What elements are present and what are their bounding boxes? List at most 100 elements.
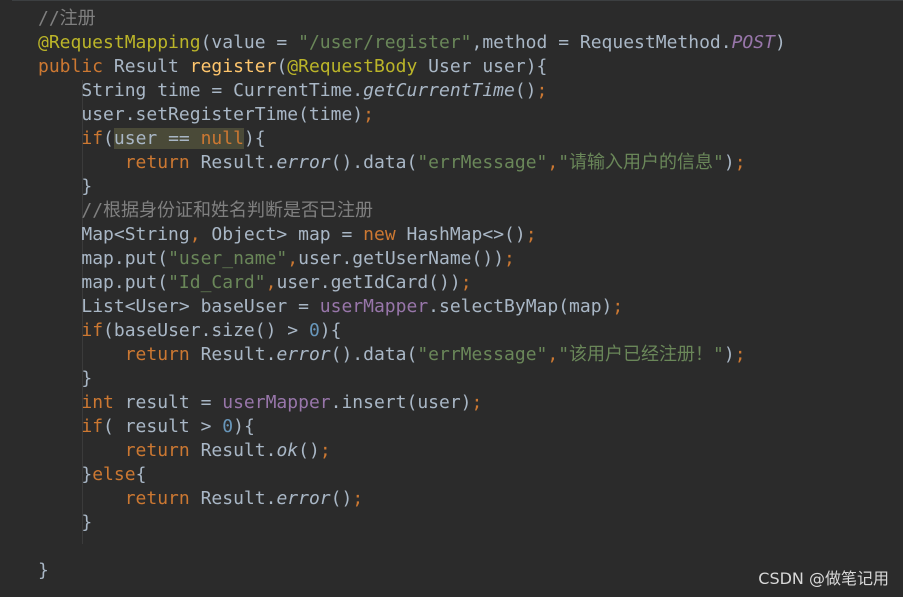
semicolon: ; — [504, 248, 515, 269]
semicolon: ; — [460, 272, 472, 293]
code-line-5: user.setRegisterTime(time); — [38, 103, 786, 127]
code-text: () — [298, 440, 320, 461]
code-editor[interactable]: //注册 @RequestMapping(value = "/user/regis… — [0, 0, 903, 597]
code-line-14: if(baseUser.size() > 0){ — [38, 319, 786, 343]
code-line-9: //根据身份证和姓名判断是否已注册 — [38, 199, 786, 223]
semicolon: ; — [319, 440, 331, 461]
code-text: ){ — [319, 320, 342, 341]
static-call: error — [276, 344, 331, 365]
code-text: Result. — [189, 152, 277, 173]
code-text: ( result > — [103, 416, 223, 437]
code-line-4: String time = CurrentTime.getCurrentTime… — [38, 79, 786, 103]
code-text: ) — [723, 152, 735, 173]
string-literal: "/user/register" — [298, 32, 472, 53]
highlighted-text: user == — [113, 128, 201, 149]
string-literal: "user_name" — [168, 248, 288, 269]
code-line-20: }else{ — [38, 463, 786, 487]
code-text: } — [38, 560, 49, 581]
code-line-1: //注册 — [38, 7, 786, 31]
code-text: ().data( — [330, 152, 418, 173]
annotation: @RequestBody — [287, 56, 418, 77]
code-line-2: @RequestMapping(value = "/user/register"… — [38, 31, 786, 55]
code-text: ( — [276, 56, 288, 77]
code-text: ){ — [233, 416, 255, 437]
keyword: return — [124, 440, 190, 461]
code-text: Map<String — [81, 224, 190, 245]
field: userMapper — [319, 296, 429, 317]
keyword: int — [81, 392, 114, 413]
code-line-19: return Result.ok(); — [38, 439, 786, 463]
semicolon: ; — [612, 296, 624, 317]
static-call: ok — [276, 440, 299, 461]
code-line-8: } — [38, 175, 786, 199]
keyword: new — [363, 224, 396, 245]
semicolon: ; — [734, 344, 746, 365]
code-line-22: } — [38, 511, 786, 535]
static-call: getCurrentTime — [363, 80, 515, 101]
comment: //根据身份证和姓名判断是否已注册 — [81, 200, 374, 221]
code-text: Object> map = — [200, 224, 364, 245]
semicolon: ; — [352, 488, 364, 509]
number-literal: 0 — [308, 320, 320, 341]
string-literal: "errMessage" — [417, 152, 548, 173]
semicolon: ; — [471, 392, 483, 413]
code-line-18: if( result > 0){ — [38, 415, 786, 439]
code-text: user.getUserName()) — [298, 248, 505, 269]
keyword: if — [81, 128, 104, 149]
field: userMapper — [222, 392, 331, 413]
code-line-7: return Result.error().data("errMessage",… — [38, 151, 786, 175]
code-text: () — [330, 488, 353, 509]
static-call: error — [276, 488, 331, 509]
comma: , — [547, 344, 559, 365]
comma: , — [189, 224, 201, 245]
code-text: ){ — [243, 128, 266, 149]
semicolon: ; — [525, 224, 537, 245]
code-text: Result. — [189, 344, 277, 365]
code-text: result = — [113, 392, 223, 413]
semicolon: ; — [734, 152, 746, 173]
number-literal: 0 — [222, 416, 234, 437]
semicolon: ; — [363, 104, 374, 125]
comma: , — [265, 272, 277, 293]
editor-top-border — [0, 0, 903, 7]
code-text: .selectByMap(map) — [428, 296, 613, 317]
code-text: map.put( — [81, 272, 169, 293]
code-line-21: return Result.error(); — [38, 487, 786, 511]
keyword: return — [124, 152, 190, 173]
code-text: { — [135, 464, 147, 485]
code-text: ,method = RequestMethod. — [471, 32, 732, 53]
comma: , — [287, 248, 299, 269]
keyword: public — [38, 56, 104, 77]
annotation: @RequestMapping — [38, 32, 201, 53]
code-text: } — [81, 512, 93, 533]
keyword: if — [81, 416, 104, 437]
code-text: } — [81, 368, 93, 389]
code-text: Result. — [189, 488, 277, 509]
code-block[interactable]: //注册 @RequestMapping(value = "/user/regis… — [38, 7, 786, 583]
comment: //注册 — [38, 8, 96, 29]
code-text: User user){ — [417, 56, 548, 77]
code-text: List<User> baseUser = — [81, 296, 320, 317]
code-text: ( — [103, 128, 114, 149]
code-text: Result. — [189, 440, 277, 461]
editor-gutter — [0, 0, 12, 597]
code-line-15: return Result.error().data("errMessage",… — [38, 343, 786, 367]
string-literal: "errMessage" — [417, 344, 548, 365]
string-literal: "请输入用户的信息" — [558, 152, 724, 173]
method-name: register — [189, 56, 277, 77]
code-text: .insert(user) — [330, 392, 472, 413]
code-text: map.put( — [81, 248, 169, 269]
static-call: error — [276, 152, 331, 173]
code-text: user.getIdCard()) — [276, 272, 461, 293]
code-line-24: } — [38, 559, 786, 583]
keyword-null: null — [200, 128, 244, 149]
code-text: ) — [774, 32, 786, 53]
keyword: return — [124, 344, 190, 365]
code-text: (baseUser.size() > — [103, 320, 309, 341]
code-text: user.setRegisterTime(time) — [81, 104, 364, 125]
code-line-16: } — [38, 367, 786, 391]
keyword: return — [124, 488, 190, 509]
code-line-6: if(user == null){ — [38, 127, 786, 151]
keyword: else — [92, 464, 136, 485]
